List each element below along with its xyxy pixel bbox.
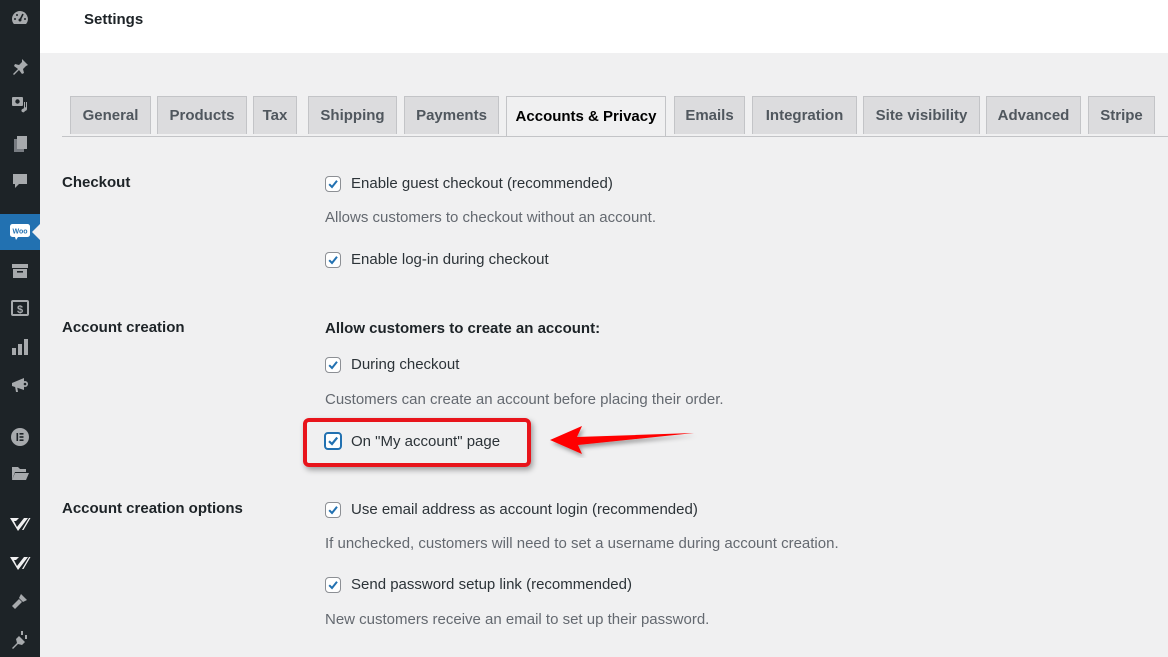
tab-products[interactable]: Products xyxy=(157,96,247,134)
section-label-account-creation: Account creation xyxy=(62,319,185,336)
admin-sidebar: Woo $ xyxy=(0,0,40,657)
tab-label: Integration xyxy=(765,107,844,124)
tab-label: General xyxy=(82,107,139,124)
tab-integration[interactable]: Integration xyxy=(752,96,857,134)
woocommerce-icon[interactable]: Woo xyxy=(0,214,40,250)
pages-icon[interactable] xyxy=(0,126,40,162)
comments-icon[interactable] xyxy=(0,163,40,199)
folder-icon[interactable] xyxy=(0,455,40,491)
tab-advanced[interactable]: Advanced xyxy=(986,96,1081,134)
during-checkout-description: Customers can create an account before p… xyxy=(325,391,724,408)
tab-label: Emails xyxy=(685,107,734,124)
guest-checkout-checkbox[interactable] xyxy=(325,175,341,192)
wpvivid-icon[interactable] xyxy=(0,506,40,542)
email-login-option[interactable]: Use email address as account login (reco… xyxy=(325,501,698,518)
marketing-megaphone-icon[interactable] xyxy=(0,367,40,403)
top-header: Settings xyxy=(40,0,1168,53)
tab-label: Advanced xyxy=(997,107,1070,124)
checkmark-icon xyxy=(328,580,338,589)
password-link-label: Send password setup link (recommended) xyxy=(351,576,632,593)
plugins-icon[interactable] xyxy=(0,621,40,657)
tab-label: Site visibility xyxy=(875,107,968,124)
tab-payments[interactable]: Payments xyxy=(404,96,499,134)
tab-emails[interactable]: Emails xyxy=(674,96,745,134)
email-login-checkbox[interactable] xyxy=(325,501,341,518)
login-checkout-label: Enable log-in during checkout xyxy=(351,251,549,268)
checkmark-icon xyxy=(328,360,338,369)
svg-text:$: $ xyxy=(17,304,23,316)
tab-stripe[interactable]: Stripe xyxy=(1088,96,1155,134)
page-title: Settings xyxy=(84,11,144,28)
payments-dollar-icon[interactable]: $ xyxy=(0,290,40,326)
tab-label: Shipping xyxy=(320,107,385,124)
tab-label: Products xyxy=(169,107,235,124)
guest-checkout-description: Allows customers to checkout without an … xyxy=(325,209,656,226)
password-link-description: New customers receive an email to set up… xyxy=(325,611,710,628)
section-label-checkout: Checkout xyxy=(62,174,131,191)
during-checkout-checkbox[interactable] xyxy=(325,356,341,373)
during-checkout-label: During checkout xyxy=(351,356,460,373)
svg-text:Woo: Woo xyxy=(12,229,27,236)
annotation-arrow-icon xyxy=(550,426,694,454)
password-link-option[interactable]: Send password setup link (recommended) xyxy=(325,576,632,593)
guest-checkout-label: Enable guest checkout (recommended) xyxy=(351,175,613,192)
tab-site-visibility[interactable]: Site visibility xyxy=(863,96,980,134)
media-icon[interactable] xyxy=(0,86,40,122)
login-checkout-checkbox[interactable] xyxy=(325,251,341,268)
checkmark-icon xyxy=(328,255,338,264)
section-label-account-creation-options: Account creation options xyxy=(62,500,243,517)
annotation-highlight-box xyxy=(303,418,531,467)
settings-tabs: General Products Tax Shipping Payments A… xyxy=(62,96,1168,137)
tab-label: Accounts & Privacy xyxy=(515,108,657,125)
pin-icon[interactable] xyxy=(0,49,40,85)
dashboard-icon[interactable] xyxy=(0,0,40,36)
analytics-icon[interactable] xyxy=(0,329,40,365)
checkmark-icon xyxy=(328,505,338,514)
appearance-brush-icon[interactable] xyxy=(0,583,40,619)
email-login-description: If unchecked, customers will need to set… xyxy=(325,535,839,552)
password-link-checkbox[interactable] xyxy=(325,576,341,593)
email-login-label: Use email address as account login (reco… xyxy=(351,501,698,518)
products-archive-icon[interactable] xyxy=(0,253,40,289)
login-checkout-option[interactable]: Enable log-in during checkout xyxy=(325,251,549,268)
tab-shipping[interactable]: Shipping xyxy=(308,96,397,134)
wpvivid-icon-2[interactable] xyxy=(0,545,40,581)
elementor-icon[interactable] xyxy=(0,419,40,455)
tab-label: Payments xyxy=(416,107,487,124)
tab-label: Stripe xyxy=(1100,107,1143,124)
tab-tax[interactable]: Tax xyxy=(253,96,297,134)
tab-general[interactable]: General xyxy=(70,96,151,134)
checkmark-icon xyxy=(328,179,338,188)
tab-accounts-privacy[interactable]: Accounts & Privacy xyxy=(506,96,666,136)
guest-checkout-option[interactable]: Enable guest checkout (recommended) xyxy=(325,175,613,192)
account-creation-subheading: Allow customers to create an account: xyxy=(325,320,601,337)
during-checkout-option[interactable]: During checkout xyxy=(325,356,459,373)
tab-label: Tax xyxy=(262,107,288,124)
